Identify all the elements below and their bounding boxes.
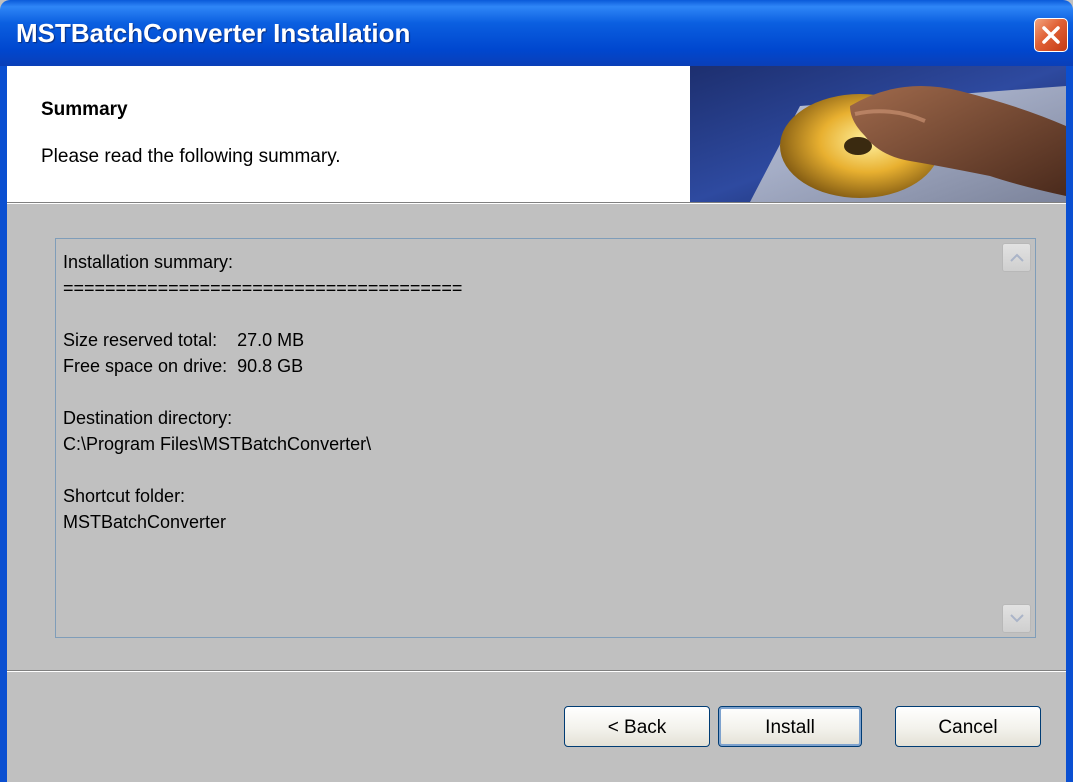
close-icon [1042,26,1060,44]
install-button[interactable]: Install [718,706,862,747]
cancel-button[interactable]: Cancel [895,706,1041,747]
page-title: Summary [41,99,128,120]
installer-window: MSTBatchConverter Installation Summary P… [0,0,1073,782]
window-title: MSTBatchConverter Installation [16,18,411,48]
summary-textarea[interactable]: Installation summary: ==================… [55,238,1036,638]
header-separator-highlight [7,203,1066,204]
close-button[interactable] [1034,18,1068,52]
arrow-up-icon [1010,253,1024,262]
scroll-down-button[interactable] [1002,604,1031,633]
window-frame-left [0,66,7,782]
cd-insert-image [690,66,1066,202]
back-button[interactable]: < Back [564,706,710,747]
vertical-scrollbar[interactable] [1000,241,1033,635]
wizard-header: Summary Please read the following summar… [7,66,1066,202]
arrow-down-icon [1010,614,1024,623]
summary-text: Installation summary: ==================… [63,252,463,532]
footer-separator-highlight [7,671,1066,672]
page-subtitle: Please read the following summary. [41,146,341,167]
window-frame-right [1066,66,1073,782]
scroll-up-button[interactable] [1002,243,1031,272]
title-bar[interactable]: MSTBatchConverter Installation [0,0,1073,66]
